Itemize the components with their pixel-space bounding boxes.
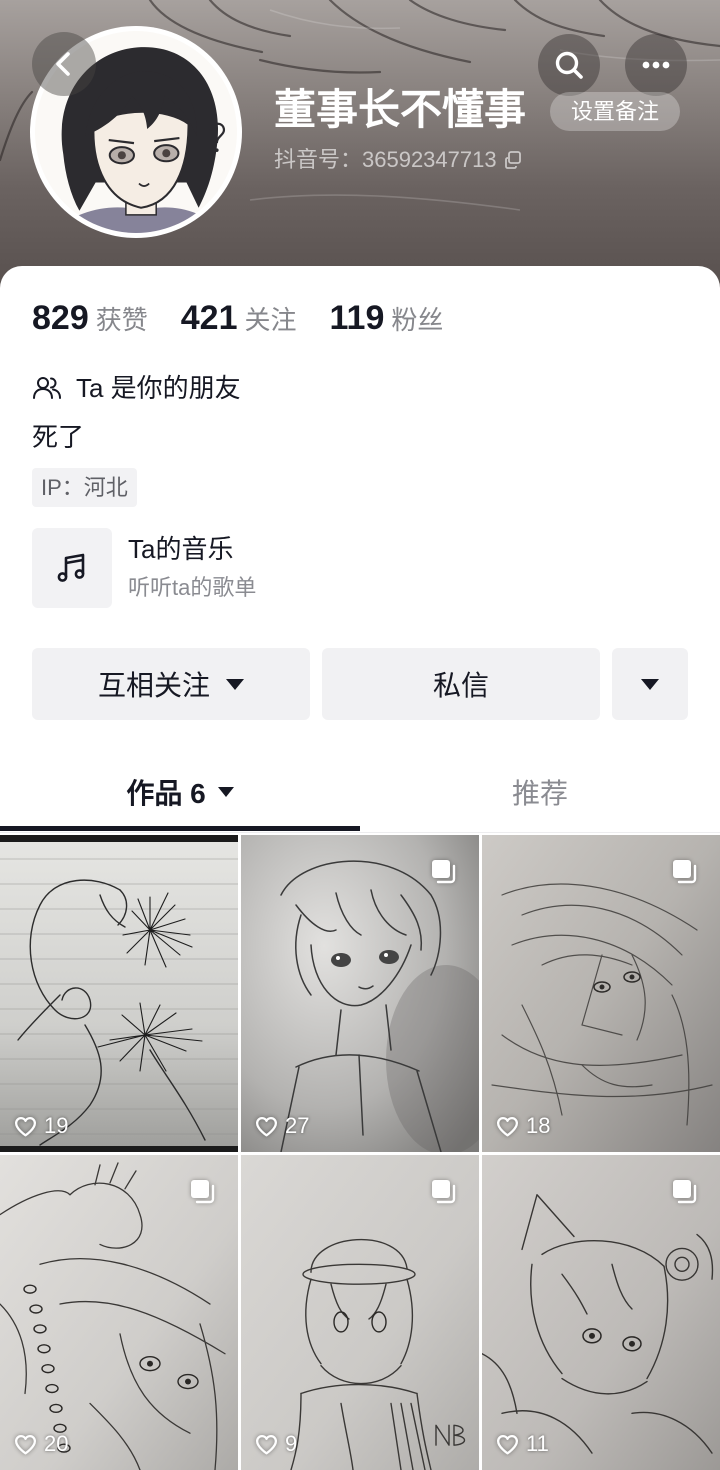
stat-following[interactable]: 421 关注 [181, 294, 297, 344]
heart-icon [13, 1114, 38, 1139]
multi-image-icon [429, 1177, 459, 1207]
like-count: 9 [254, 1430, 297, 1458]
post-thumbnail[interactable]: 27 [241, 835, 479, 1152]
search-button[interactable] [538, 34, 600, 96]
triangle-down-icon [641, 678, 659, 690]
tab-recommended[interactable]: 推荐 [360, 756, 720, 828]
post-thumbnail[interactable]: 20 [0, 1155, 238, 1470]
like-count: 20 [13, 1430, 68, 1458]
multi-image-icon [670, 1177, 700, 1207]
douyin-id-text: 抖音号：36592347713 [274, 147, 497, 172]
friend-status-row: Ta 是你的朋友 [32, 370, 241, 406]
stat-label: 获赞 [95, 305, 148, 335]
heart-icon [495, 1114, 520, 1139]
follow-button-label: 互相关注 [97, 670, 210, 701]
stat-value: 421 [180, 299, 238, 337]
triangle-down-icon [217, 787, 234, 797]
heart-icon [495, 1432, 520, 1457]
active-tab-indicator [0, 826, 360, 831]
stat-label: 关注 [244, 305, 297, 335]
posts-grid: 19 27 18 20 9 11 [0, 835, 720, 1470]
stat-value: 119 [329, 299, 385, 337]
more-actions-dropdown[interactable] [612, 648, 688, 720]
music-icon-box [32, 528, 112, 608]
like-count: 18 [495, 1112, 550, 1140]
post-image [0, 835, 238, 1152]
music-note-icon [52, 548, 92, 588]
like-count-value: 19 [44, 1113, 69, 1138]
post-thumbnail[interactable]: 19 [0, 835, 238, 1152]
friends-icon [32, 375, 62, 401]
more-dots-icon [639, 48, 673, 82]
profile-header: 董事长不懂事 设置备注 抖音号：36592347713 [0, 0, 720, 300]
triangle-down-icon [226, 678, 244, 690]
like-count-value: 9 [285, 1431, 298, 1456]
ip-location-tag: IP：河北 [32, 468, 137, 507]
search-icon [552, 48, 586, 82]
stats-row: 829 获赞 421 关注 119 粉丝 [32, 294, 443, 342]
like-count-value: 11 [526, 1431, 549, 1456]
set-remark-button[interactable]: 设置备注 [550, 92, 680, 131]
copy-icon[interactable] [503, 150, 523, 170]
chevron-left-icon [48, 48, 80, 80]
multi-image-icon [670, 857, 700, 887]
stat-value: 829 [32, 299, 89, 337]
post-thumbnail[interactable]: 9 [241, 1155, 479, 1470]
like-count-value: 18 [526, 1113, 551, 1138]
heart-icon [13, 1432, 38, 1457]
content-tabs: 作品 6 推荐 [0, 756, 720, 833]
heart-icon [254, 1432, 279, 1457]
post-thumbnail[interactable]: 11 [482, 1155, 720, 1470]
profile-card: 829 获赞 421 关注 119 粉丝 Ta 是你的朋友 死了 IP：河北 T… [0, 266, 720, 1470]
profile-name: 董事长不懂事 [274, 86, 527, 133]
heart-icon [254, 1114, 279, 1139]
more-button[interactable] [625, 34, 687, 96]
friend-status-text: Ta 是你的朋友 [76, 373, 241, 403]
stat-likes[interactable]: 829 获赞 [32, 294, 148, 344]
tab-label: 推荐 [511, 778, 568, 809]
message-button-label: 私信 [432, 670, 489, 701]
music-title: Ta的音乐 [128, 534, 234, 564]
like-count: 27 [254, 1112, 309, 1140]
like-count-value: 27 [285, 1113, 310, 1138]
music-entry[interactable]: Ta的音乐 听听ta的歌单 [32, 528, 688, 608]
tab-label: 作品 6 [126, 778, 206, 809]
bio-text: 死了 [32, 422, 85, 452]
tab-works[interactable]: 作品 6 [0, 756, 360, 828]
stat-label: 粉丝 [391, 305, 444, 335]
mutual-follow-button[interactable]: 互相关注 [32, 648, 310, 720]
multi-image-icon [188, 1177, 218, 1207]
like-count-value: 20 [44, 1431, 69, 1456]
douyin-id-row: 抖音号：36592347713 [274, 145, 523, 175]
post-thumbnail[interactable]: 18 [482, 835, 720, 1152]
like-count: 11 [495, 1430, 549, 1458]
music-subtitle: 听听ta的歌单 [128, 575, 257, 600]
back-button[interactable] [32, 32, 96, 96]
stat-fans[interactable]: 119 粉丝 [330, 294, 444, 344]
multi-image-icon [429, 857, 459, 887]
like-count: 19 [13, 1112, 68, 1140]
message-button[interactable]: 私信 [322, 648, 600, 720]
